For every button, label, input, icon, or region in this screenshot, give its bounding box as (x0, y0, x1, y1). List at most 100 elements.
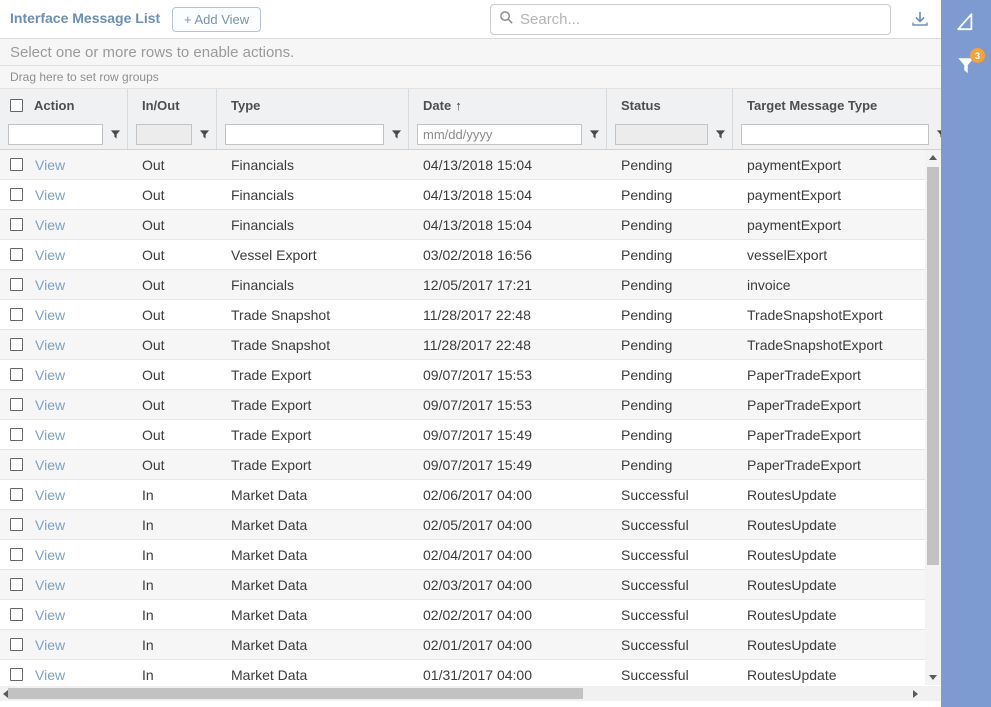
action-cell: View (0, 277, 128, 293)
filter-funnel-icon[interactable] (587, 127, 601, 141)
row-checkbox[interactable] (10, 638, 23, 651)
filter-funnel-icon[interactable] (108, 127, 122, 141)
filter-funnel-icon[interactable] (197, 127, 211, 141)
inout-cell: Out (128, 457, 217, 473)
download-button[interactable] (905, 7, 935, 33)
type-filter-input[interactable] (225, 124, 384, 145)
view-link[interactable]: View (35, 547, 65, 563)
view-link[interactable]: View (35, 637, 65, 653)
status-cell: Pending (607, 397, 733, 413)
vertical-scrollbar-thumb[interactable] (927, 167, 939, 565)
horizontal-scrollbar[interactable] (0, 686, 941, 701)
row-checkbox[interactable] (10, 578, 23, 591)
status-cell: Pending (607, 337, 733, 353)
target-cell: RoutesUpdate (733, 547, 941, 563)
row-group-drop-zone[interactable]: Drag here to set row groups (0, 66, 941, 89)
view-link[interactable]: View (35, 457, 65, 473)
row-checkbox[interactable] (10, 368, 23, 381)
inout-filter-input[interactable] (136, 124, 192, 145)
table-row: View Out Trade Snapshot 11/28/2017 22:48… (0, 300, 941, 330)
row-checkbox[interactable] (10, 608, 23, 621)
action-cell: View (0, 397, 128, 413)
date-filter-input[interactable] (417, 124, 582, 145)
view-link[interactable]: View (35, 307, 65, 323)
table-row: View Out Financials 04/13/2018 15:04 Pen… (0, 180, 941, 210)
filter-funnel-icon[interactable] (389, 127, 403, 141)
view-link[interactable]: View (35, 607, 65, 623)
row-checkbox[interactable] (10, 548, 23, 561)
view-link[interactable]: View (35, 367, 65, 383)
row-checkbox[interactable] (10, 308, 23, 321)
row-checkbox[interactable] (10, 158, 23, 171)
grid-header: Action In/Out Type (0, 89, 941, 150)
status-filter-input[interactable] (615, 124, 708, 145)
table-row: View Out Financials 04/13/2018 15:04 Pen… (0, 150, 941, 180)
columns-tool-button[interactable] (951, 9, 981, 37)
view-link[interactable]: View (35, 217, 65, 233)
selection-hint-bar: Select one or more rows to enable action… (0, 39, 941, 66)
row-checkbox[interactable] (10, 338, 23, 351)
view-link[interactable]: View (35, 397, 65, 413)
row-checkbox[interactable] (10, 398, 23, 411)
date-cell: 02/04/2017 04:00 (409, 547, 607, 563)
status-cell: Successful (607, 607, 733, 623)
column-header-status: Status (607, 89, 733, 149)
view-link[interactable]: View (35, 427, 65, 443)
column-header-inout: In/Out (128, 89, 217, 149)
status-cell: Successful (607, 547, 733, 563)
select-all-checkbox[interactable] (10, 99, 23, 112)
target-cell: RoutesUpdate (733, 667, 941, 683)
row-checkbox[interactable] (10, 428, 23, 441)
date-cell: 12/05/2017 17:21 (409, 277, 607, 293)
row-checkbox[interactable] (10, 278, 23, 291)
row-checkbox[interactable] (10, 218, 23, 231)
scroll-up-arrow[interactable] (929, 155, 937, 160)
page-title: Interface Message List (10, 10, 160, 26)
download-icon (910, 9, 930, 32)
status-cell: Pending (607, 367, 733, 383)
row-checkbox[interactable] (10, 668, 23, 681)
view-link[interactable]: View (35, 337, 65, 353)
view-link[interactable]: View (35, 277, 65, 293)
row-checkbox[interactable] (10, 458, 23, 471)
view-link[interactable]: View (35, 577, 65, 593)
add-view-button[interactable]: + Add View (172, 7, 261, 32)
target-filter-input[interactable] (741, 124, 929, 145)
vertical-scrollbar[interactable] (925, 150, 941, 685)
inout-cell: Out (128, 277, 217, 293)
row-checkbox[interactable] (10, 518, 23, 531)
date-cell: 11/28/2017 22:48 (409, 307, 607, 323)
date-cell: 11/28/2017 22:48 (409, 337, 607, 353)
column-header-date[interactable]: Date ↑ (409, 89, 607, 149)
filter-funnel-icon[interactable] (713, 127, 727, 141)
view-link[interactable]: View (35, 517, 65, 533)
type-cell: Financials (217, 157, 409, 173)
action-cell: View (0, 157, 128, 173)
view-link[interactable]: View (35, 247, 65, 263)
scroll-right-arrow[interactable] (913, 690, 918, 698)
filters-tool-button[interactable]: 3 (951, 53, 981, 81)
action-filter-input[interactable] (8, 124, 103, 145)
view-link[interactable]: View (35, 487, 65, 503)
action-cell: View (0, 517, 128, 533)
date-cell: 02/03/2017 04:00 (409, 577, 607, 593)
row-checkbox[interactable] (10, 188, 23, 201)
search-box[interactable] (490, 4, 891, 35)
target-cell: PaperTradeExport (733, 367, 941, 383)
target-cell: RoutesUpdate (733, 607, 941, 623)
date-cell: 04/13/2018 15:04 (409, 187, 607, 203)
view-link[interactable]: View (35, 157, 65, 173)
target-cell: paymentExport (733, 157, 941, 173)
row-checkbox[interactable] (10, 248, 23, 261)
action-cell: View (0, 337, 128, 353)
scroll-down-arrow[interactable] (929, 675, 937, 680)
view-link[interactable]: View (35, 187, 65, 203)
inout-cell: In (128, 517, 217, 533)
search-input[interactable] (520, 11, 882, 28)
table-row: View In Market Data 02/04/2017 04:00 Suc… (0, 540, 941, 570)
row-checkbox[interactable] (10, 488, 23, 501)
action-cell: View (0, 427, 128, 443)
horizontal-scrollbar-thumb[interactable] (8, 688, 583, 699)
view-link[interactable]: View (35, 667, 65, 683)
action-cell: View (0, 577, 128, 593)
